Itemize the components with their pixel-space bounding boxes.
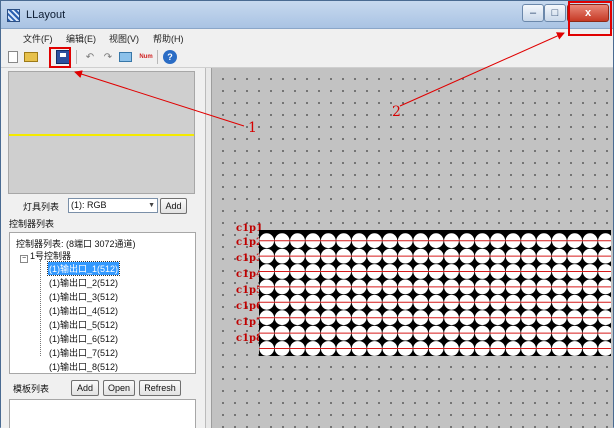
minimize-button[interactable]: – bbox=[522, 4, 544, 22]
save-highlight-box bbox=[49, 47, 71, 68]
screen-icon[interactable] bbox=[119, 52, 132, 62]
layout-canvas[interactable]: c1p1 c1p2 c1p3 c1p4 c1p5 c1p6 c1p7 c1p8 bbox=[211, 68, 613, 428]
open-template-button[interactable]: Open bbox=[103, 380, 135, 396]
refresh-template-button[interactable]: Refresh bbox=[139, 380, 181, 396]
tree-port-item[interactable]: (1)输出口_2(512) bbox=[48, 276, 119, 289]
menu-bar: 文件(F) 编辑(E) 视图(V) 帮助(H) bbox=[1, 29, 613, 46]
tree-controller-label: 1号控制器 bbox=[30, 251, 72, 261]
app-window: LLayout – □ x 文件(F) 编辑(E) 视图(V) 帮助(H) ↶ … bbox=[0, 0, 614, 428]
new-file-icon[interactable] bbox=[8, 51, 18, 63]
undo-icon[interactable]: ↶ bbox=[83, 50, 97, 64]
led-grid-svg bbox=[259, 233, 611, 356]
controller-section-label: 控制器列表 bbox=[9, 219, 55, 229]
open-folder-icon[interactable] bbox=[24, 52, 38, 62]
toolbar-separator bbox=[157, 50, 158, 64]
app-icon bbox=[7, 9, 20, 22]
tree-connector bbox=[40, 260, 41, 356]
menu-help[interactable]: 帮助(H) bbox=[153, 32, 184, 45]
window-title: LLayout bbox=[26, 9, 66, 21]
help-icon[interactable]: ? bbox=[163, 50, 177, 64]
fixture-select-value: (1): RGB bbox=[71, 200, 107, 210]
tree-port-item[interactable]: (1)输出口_1(512) bbox=[46, 261, 121, 276]
tree-port-item[interactable]: (1)输出口_5(512) bbox=[48, 318, 119, 331]
close-highlight-box bbox=[568, 1, 612, 36]
annotation-marker-1: 1 bbox=[248, 120, 257, 136]
tree-controller[interactable]: −1号控制器 bbox=[20, 249, 71, 263]
toolbar-separator bbox=[76, 50, 77, 64]
led-grid[interactable] bbox=[259, 230, 611, 356]
add-fixture-button[interactable]: Add bbox=[160, 198, 187, 214]
annotation-marker-2: 2 bbox=[392, 104, 401, 120]
tree-port-item[interactable]: (1)输出口_8(512) bbox=[48, 360, 119, 373]
chevron-down-icon: ▼ bbox=[148, 202, 155, 209]
preview-line bbox=[9, 134, 194, 136]
toolbar: ↶ ↷ Num ? bbox=[1, 46, 613, 68]
add-template-button[interactable]: Add bbox=[71, 380, 99, 396]
tree-root-label: 控制器列表: (8端口 3072通道) bbox=[16, 239, 136, 249]
menu-edit[interactable]: 编辑(E) bbox=[66, 32, 96, 45]
title-bar[interactable]: LLayout – □ x bbox=[1, 1, 613, 29]
fixture-list-label: 灯具列表 bbox=[23, 202, 60, 212]
tree-port-item[interactable]: (1)输出口_3(512) bbox=[48, 290, 119, 303]
left-panel: 灯具列表 (1): RGB ▼ Add 控制器列表 控制器列表: (8端口 30… bbox=[1, 68, 206, 428]
fixture-select[interactable]: (1): RGB ▼ bbox=[68, 198, 158, 213]
redo-icon[interactable]: ↷ bbox=[101, 50, 115, 64]
maximize-button[interactable]: □ bbox=[544, 4, 566, 22]
menu-file[interactable]: 文件(F) bbox=[23, 32, 53, 45]
tree-port-item[interactable]: (1)输出口_7(512) bbox=[48, 346, 119, 359]
fixture-preview bbox=[8, 71, 195, 194]
num-icon[interactable]: Num bbox=[138, 50, 154, 64]
template-list[interactable] bbox=[9, 399, 196, 428]
collapse-icon[interactable]: − bbox=[20, 255, 28, 263]
tree-port-item[interactable]: (1)输出口_4(512) bbox=[48, 304, 119, 317]
template-list-label: 模板列表 bbox=[13, 384, 50, 394]
menu-view[interactable]: 视图(V) bbox=[109, 32, 139, 45]
controller-tree[interactable]: 控制器列表: (8端口 3072通道) −1号控制器 (1)输出口_1(512)… bbox=[9, 232, 196, 374]
tree-port-item[interactable]: (1)输出口_6(512) bbox=[48, 332, 119, 345]
